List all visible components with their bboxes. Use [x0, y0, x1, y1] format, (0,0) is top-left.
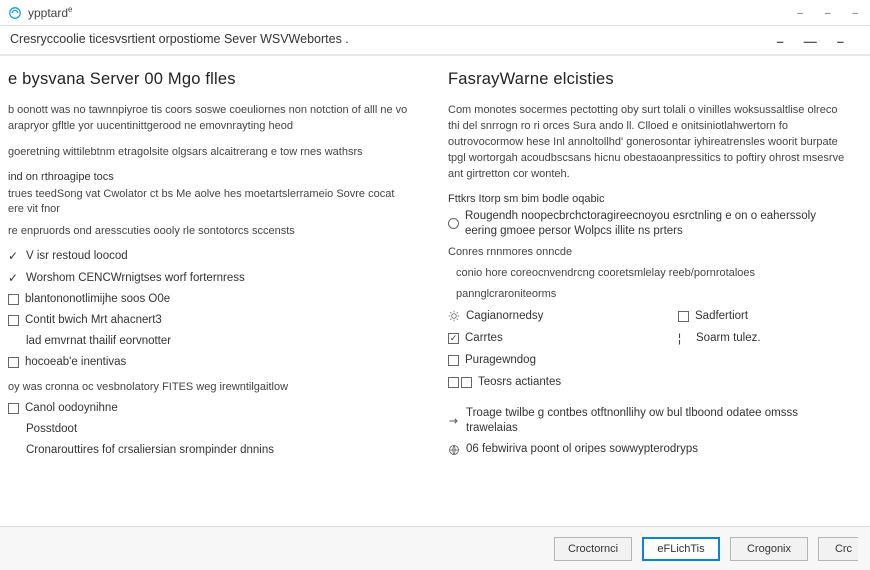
- list-item-label: 06 febwiriva poont ol oripes sowwypterod…: [466, 442, 698, 457]
- list-item-label: V isr restoud loocod: [26, 249, 128, 264]
- list-item-label: Canol oodoynihne: [25, 401, 118, 416]
- list-item[interactable]: Puragewndog: [448, 353, 618, 368]
- sub-control-b[interactable]: —: [804, 34, 817, 49]
- left-column: e bysvana Server 00 Mgo flles b oonott w…: [0, 70, 430, 524]
- right-heading: FasrayWarne elcisties: [448, 70, 848, 89]
- checkbox-icon[interactable]: [461, 377, 472, 388]
- checkbox-icon[interactable]: [8, 315, 19, 326]
- tick-icon: ✓: [8, 271, 20, 287]
- list-item[interactable]: Canol oodoynihne: [8, 401, 408, 416]
- right-column: FasrayWarne elcisties Com monotes socerm…: [430, 70, 870, 524]
- left-para2: goeretning wittilebtnm etragolsite olgsa…: [8, 145, 408, 161]
- tick-icon: ✓: [8, 249, 20, 265]
- checkbox-icon[interactable]: [8, 294, 19, 305]
- gear-icon: [448, 310, 460, 322]
- list-item-label: lad emvrnat thailif eorvnotter: [26, 334, 171, 349]
- app-title: ypptarde: [28, 5, 72, 20]
- dialog-footer: Croctornci eFLichTis Crogonix Crc: [0, 526, 870, 570]
- list-item-label: Cronarouttires fof crsaliersian srompind…: [26, 443, 274, 458]
- checkbox-icon[interactable]: [448, 355, 459, 366]
- indent-line: pannglcraroniteorms: [456, 287, 848, 302]
- list-item-label: Contit bwich Mrt ahacnert3: [25, 313, 162, 328]
- breadcrumb-text: Cresryccoolie ticesvsrtient orpostiome S…: [10, 32, 349, 46]
- list-item[interactable]: Carrtes: [448, 331, 618, 346]
- checkbox-icon[interactable]: [448, 333, 459, 344]
- checkbox-icon[interactable]: [678, 311, 689, 322]
- titlebar: ypptarde – – –: [0, 0, 870, 26]
- button-3[interactable]: Crogonix: [730, 537, 808, 561]
- spacer: ¦: [678, 331, 690, 347]
- breadcrumb: Cresryccoolie ticesvsrtient orpostiome S…: [0, 26, 870, 56]
- checkbox-icon[interactable]: [8, 357, 19, 368]
- list-item[interactable]: 06 febwiriva poont ol oripes sowwypterod…: [448, 442, 848, 457]
- checkbox-icon[interactable]: [448, 377, 459, 388]
- arrow-icon: [448, 415, 460, 427]
- left-para1: b oonott was no tawnnpiyroe tis coors so…: [8, 103, 408, 135]
- sub-controls: – — –: [777, 34, 844, 49]
- checkbox-icon[interactable]: [8, 403, 19, 414]
- button-1[interactable]: Croctornci: [554, 537, 632, 561]
- button-4[interactable]: Crc: [818, 537, 858, 561]
- left-bottom-list: Canol oodoynihne Posstdoot Cronarouttire…: [8, 401, 408, 458]
- maximize-button[interactable]: –: [821, 6, 835, 21]
- globe-icon: [448, 444, 460, 456]
- content: e bysvana Server 00 Mgo flles b oonott w…: [0, 56, 870, 524]
- left-label1: ind on rthroagipe tocs: [8, 171, 408, 183]
- app-icon: [8, 6, 22, 20]
- right-para1: Com monotes socermes pectotting oby surt…: [448, 103, 848, 183]
- close-button[interactable]: –: [848, 6, 862, 21]
- window-controls: – – –: [793, 0, 862, 26]
- sub-control-c[interactable]: –: [837, 34, 844, 49]
- left-line1: trues teedSong vat Cwolator ct bs Me aol…: [8, 187, 408, 218]
- list-item-label: Sadfertiort: [695, 309, 748, 324]
- right-bottom-list: Troage twilbe g contbes otftnonllihy ow …: [448, 406, 848, 457]
- list-item-label: Troage twilbe g contbes otftnonllihy ow …: [466, 406, 848, 436]
- radio-label: Rougendh noopecbrchctoragireecnoyou esrc…: [465, 209, 848, 239]
- checkbox-col-left: Cagianornedsy Carrtes Puragewndog Teosrs…: [448, 309, 618, 397]
- checkbox-grid: Cagianornedsy Carrtes Puragewndog Teosrs…: [448, 309, 848, 397]
- list-item[interactable]: ¦ Soarm tulez.: [678, 331, 848, 347]
- radio-item[interactable]: Rougendh noopecbrchctoragireecnoyou esrc…: [448, 209, 848, 239]
- list-item[interactable]: Teosrs actiantes: [448, 375, 618, 390]
- sub-control-a[interactable]: –: [777, 34, 784, 49]
- left-line3: oy was cronna oc vesbnolatory FITES weg …: [8, 380, 408, 395]
- list-item-label: Posstdoot: [26, 422, 77, 437]
- list-item[interactable]: ✓ Worshom CENCWrnigtses worf forternress: [8, 271, 408, 287]
- list-item-label: Cagianornedsy: [466, 309, 543, 324]
- list-item[interactable]: blantononotlimijhe soos O0e: [8, 292, 408, 307]
- checkbox-col-right: Sadfertiort ¦ Soarm tulez.: [678, 309, 848, 397]
- list-item-label: Soarm tulez.: [696, 331, 761, 346]
- list-item-label: Puragewndog: [465, 353, 536, 368]
- list-item-label: Carrtes: [465, 331, 503, 346]
- list-item-label: blantononotlimijhe soos O0e: [25, 292, 170, 307]
- list-item-label: Teosrs actiantes: [478, 375, 561, 390]
- left-checklist: ✓ V isr restoud loocod ✓ Worshom CENCWrn…: [8, 249, 408, 370]
- list-item[interactable]: Cagianornedsy: [448, 309, 618, 324]
- minimize-button[interactable]: –: [793, 6, 807, 21]
- list-item[interactable]: Posstdoot: [8, 422, 408, 437]
- indent-line: conio hore coreocnvendrcng cooretsmlelay…: [456, 266, 848, 281]
- list-item[interactable]: lad emvrnat thailif eorvnotter: [8, 334, 408, 349]
- right-line2: Conres rnnmores onncde: [448, 245, 848, 260]
- button-primary[interactable]: eFLichTis: [642, 537, 720, 561]
- list-item[interactable]: ✓ V isr restoud loocod: [8, 249, 408, 265]
- list-item[interactable]: Sadfertiort: [678, 309, 848, 324]
- right-label1: Fttkrs Itorp sm bim bodle oqabic: [448, 193, 848, 205]
- list-item[interactable]: Cronarouttires fof crsaliersian srompind…: [8, 443, 408, 458]
- list-item[interactable]: hocoeab'e inentivas: [8, 355, 408, 370]
- list-item[interactable]: Contit bwich Mrt ahacnert3: [8, 313, 408, 328]
- radio-icon[interactable]: [448, 218, 459, 229]
- left-line2: re enpruords ond aresscuties oooly rle s…: [8, 224, 408, 239]
- left-heading: e bysvana Server 00 Mgo flles: [8, 70, 408, 89]
- list-item-label: Worshom CENCWrnigtses worf forternress: [26, 271, 245, 286]
- list-item[interactable]: Troage twilbe g contbes otftnonllihy ow …: [448, 406, 848, 436]
- list-item-label: hocoeab'e inentivas: [25, 355, 126, 370]
- indent-block: conio hore coreocnvendrcng cooretsmlelay…: [448, 266, 848, 303]
